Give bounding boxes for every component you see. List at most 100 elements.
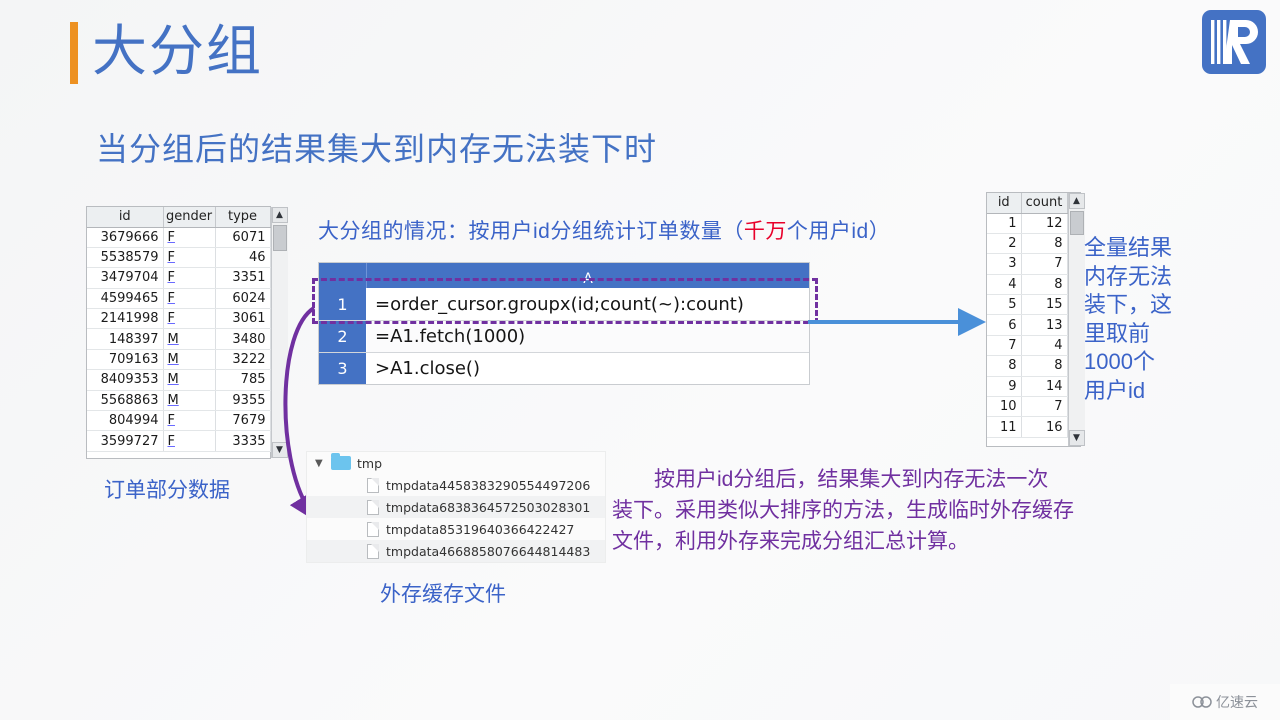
table-row: 8409353 M 785 xyxy=(87,369,271,391)
cell-id: 2 xyxy=(987,233,1022,255)
cell-id: 5568863 xyxy=(87,390,164,412)
tree-file-label: tmpdata4458383290554497206 xyxy=(386,477,591,493)
tree-file-item[interactable]: tmpdata4458383290554497206 xyxy=(307,474,605,496)
cell-gender: F xyxy=(163,227,216,248)
result-table-body: id count 1 12 2 8 3 7 4 8 5 15 6 13 7 4 8 8 9 14 10 7 11 16 xyxy=(987,193,1068,446)
cell-count: 8 xyxy=(1021,233,1068,255)
orders-vertical-scrollbar[interactable]: ▲ ▼ xyxy=(270,207,288,458)
cell-id: 3599727 xyxy=(87,430,164,452)
file-icon xyxy=(367,543,379,559)
annotation-scenario-prefix: 大分组的情况：按用户id分组统计订单数量（ xyxy=(318,220,744,243)
tree-node-root[interactable]: ▼ tmp xyxy=(307,452,605,474)
cell-type: 3351 xyxy=(215,267,271,289)
cloud-icon xyxy=(1192,696,1212,708)
table-row: 2141998 F 3061 xyxy=(87,308,271,330)
folder-icon xyxy=(331,453,351,470)
cell-id: 7 xyxy=(987,335,1022,357)
file-icon xyxy=(367,499,379,515)
orders-col-id: id xyxy=(87,207,164,228)
result-header-row: id count xyxy=(987,193,1068,214)
table-row: 10 7 xyxy=(987,396,1068,418)
code-row-number[interactable]: 1 xyxy=(319,288,367,320)
cell-id: 4599465 xyxy=(87,288,164,310)
flow-arrow-to-result xyxy=(808,308,986,336)
cell-type: 3061 xyxy=(215,308,271,330)
cell-id: 804994 xyxy=(87,410,164,432)
cell-count: 8 xyxy=(1021,274,1068,296)
table-row: 28 xyxy=(987,233,1068,255)
title-accent-bar xyxy=(70,22,78,84)
code-editor-header: A xyxy=(319,263,809,288)
scrollbar-thumb[interactable] xyxy=(272,225,287,251)
result-vertical-scrollbar[interactable]: ▲ ▼ xyxy=(1067,193,1085,446)
scroll-down-icon[interactable]: ▼ xyxy=(1068,430,1085,446)
cell-count: 13 xyxy=(1021,314,1068,336)
cell-count: 12 xyxy=(1021,213,1068,234)
cell-id: 2141998 xyxy=(87,308,164,330)
cell-gender: F xyxy=(163,430,216,452)
cell-id: 6 xyxy=(987,314,1022,336)
tree-file-item[interactable]: tmpdata4668858076644814483 xyxy=(307,540,605,562)
result-col-id: id xyxy=(987,193,1022,214)
result-rows: 1 12 2 8 3 7 4 8 5 15 6 13 7 4 8 8 9 14 10 7 11 16 xyxy=(987,213,1068,438)
watermark-text: 亿速云 xyxy=(1216,694,1258,710)
orders-data-table: id gender type 3679666 F 6071 5538579 F 46 347… xyxy=(86,206,288,459)
cell-count: 7 xyxy=(1021,396,1068,418)
orders-table-body: id gender type 3679666 F 6071 5538579 F 46 347… xyxy=(87,207,271,458)
scrollbar-thumb[interactable] xyxy=(1069,211,1084,235)
scroll-up-icon[interactable]: ▲ xyxy=(1068,193,1085,209)
file-icon xyxy=(367,477,379,493)
table-row: 6 13 xyxy=(987,314,1068,336)
orders-col-type: type xyxy=(215,207,271,228)
cache-file-tree[interactable]: ▼ tmp tmpdata4458383290554497206 tmpdata6… xyxy=(306,451,606,563)
cell-gender: M xyxy=(163,369,216,391)
table-row: 3599727 F 3335 xyxy=(87,430,271,452)
code-row[interactable]: 2 =A1.fetch(1000) xyxy=(319,320,809,352)
cell-type: 3222 xyxy=(215,349,271,371)
cell-gender: F xyxy=(163,288,216,310)
annotation-result-note: 全量结果 内存无法 装下，这 里取前 1000个 用户id xyxy=(1084,235,1173,403)
table-row: 709163 M 3222 xyxy=(87,349,271,371)
cell-gender: M xyxy=(163,390,216,412)
tree-file-item[interactable]: tmpdata85319640366422427 xyxy=(307,518,605,540)
cell-gender: M xyxy=(163,328,216,350)
cell-type: 46 xyxy=(215,247,271,269)
table-row: 5538579 F 46 xyxy=(87,247,271,269)
code-cell-a2[interactable]: =A1.fetch(1000) xyxy=(367,321,809,352)
code-rows: 1 =order_cursor.groupx(id;count(~):count)… xyxy=(319,288,809,384)
table-row: 804994 F 7679 xyxy=(87,410,271,432)
tree-file-label: tmpdata6838364572503028301 xyxy=(386,499,591,515)
code-row-number[interactable]: 2 xyxy=(319,321,367,352)
cell-id: 9 xyxy=(987,376,1022,398)
cell-id: 5538579 xyxy=(87,247,164,269)
code-cell-a3[interactable]: >A1.close() xyxy=(367,353,809,384)
table-row: 37 xyxy=(987,253,1068,275)
scroll-up-icon[interactable]: ▲ xyxy=(271,207,288,223)
cell-id: 1 xyxy=(987,213,1022,234)
tree-file-label: tmpdata85319640366422427 xyxy=(386,521,575,537)
orders-col-gender: gender xyxy=(163,207,216,228)
code-cell-a1[interactable]: =order_cursor.groupx(id;count(~):count) xyxy=(367,288,809,320)
chevron-down-icon[interactable]: ▼ xyxy=(315,458,331,469)
code-row-number[interactable]: 3 xyxy=(319,353,367,384)
scroll-down-icon[interactable]: ▼ xyxy=(271,442,288,458)
cell-id: 148397 xyxy=(87,328,164,350)
annotation-external-storage-note: 按用户id分组后，结果集大到内存无法一次 装下。采用类似大排序的方法，生成临时外… xyxy=(612,468,1074,553)
annotation-scenario: 大分组的情况：按用户id分组统计订单数量（千万个用户id） xyxy=(318,215,890,245)
cell-id: 709163 xyxy=(87,349,164,371)
result-data-table: id count 1 12 2 8 3 7 4 8 5 15 6 13 7 4 8 8 9 14 10 7 11 16 ▲… xyxy=(986,192,1085,447)
code-row[interactable]: 1 =order_cursor.groupx(id;count(~):count) xyxy=(319,288,809,320)
cell-type: 9355 xyxy=(215,390,271,412)
table-row: 5568863 M 9355 xyxy=(87,390,271,412)
cell-count: 7 xyxy=(1021,253,1068,275)
table-row: 5 15 xyxy=(987,294,1068,316)
cell-id: 8409353 xyxy=(87,369,164,391)
cell-count: 15 xyxy=(1021,294,1068,316)
cell-gender: F xyxy=(163,247,216,269)
result-col-count: count xyxy=(1021,193,1068,214)
code-editor-grid[interactable]: A 1 =order_cursor.groupx(id;count(~):coun… xyxy=(318,262,810,385)
code-row[interactable]: 3 >A1.close() xyxy=(319,352,809,384)
tree-file-item[interactable]: tmpdata6838364572503028301 xyxy=(307,496,605,518)
orders-rows: 3679666 F 6071 5538579 F 46 3479704 F 3351 459946… xyxy=(87,227,271,452)
table-row: 3479704 F 3351 xyxy=(87,267,271,289)
